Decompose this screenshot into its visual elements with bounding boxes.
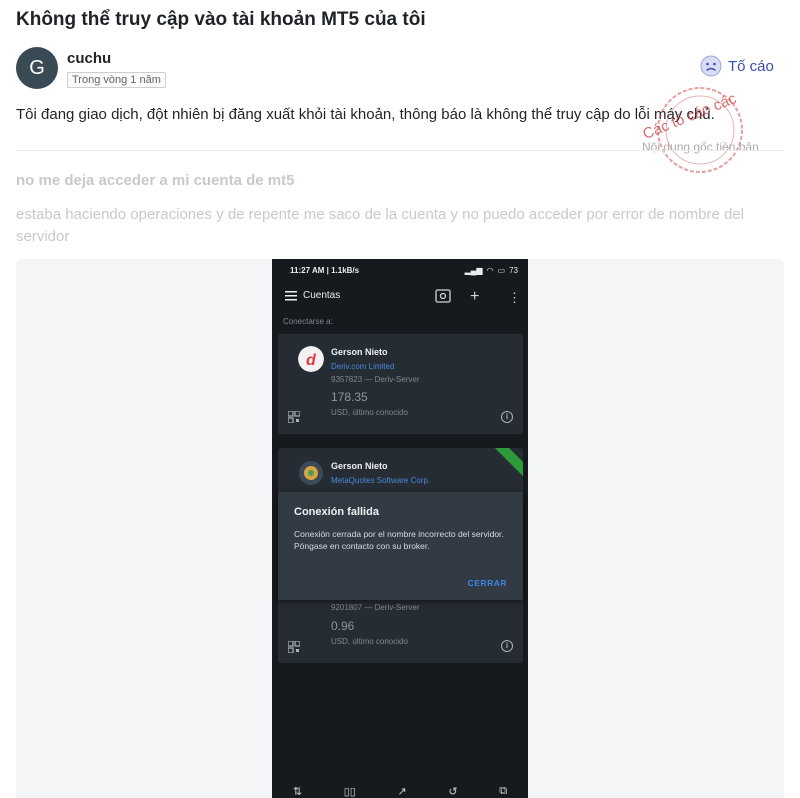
attachment-image[interactable]: 11:27 AM | 1.1kB/s ▂▄▆ ◠ ▭ 73 Cuentas + … [16, 259, 784, 798]
avatar[interactable]: G [16, 47, 58, 89]
account-balance: 178.35 [331, 390, 368, 404]
account-name: Gerson Nieto [331, 461, 388, 471]
qr-code-icon[interactable] [288, 411, 300, 423]
connection-error-dialog: Conexión fallida Conexión cerrada por el… [278, 492, 523, 600]
quotes-icon[interactable]: ⇅ [293, 785, 302, 798]
chart-icon[interactable]: ▯▯ [344, 785, 356, 798]
report-label: Tố cáo [728, 57, 774, 75]
info-icon[interactable]: i [501, 640, 513, 652]
metaquotes-logo-icon [299, 461, 323, 485]
dialog-title: Conexión fallida [294, 506, 379, 518]
post-time-badge: Trong vòng 1 năm [67, 72, 166, 88]
account-name: Gerson Nieto [331, 347, 388, 357]
history-icon[interactable]: ↺ [448, 785, 457, 798]
trade-icon[interactable]: ↗ [398, 785, 407, 798]
wifi-icon: ◠ [486, 266, 494, 275]
status-icons: ▂▄▆ ◠ ▭ 73 [465, 266, 518, 275]
report-button[interactable]: Tố cáo [700, 55, 774, 77]
account-balance: 0.96 [331, 619, 355, 633]
demo-ribbon [488, 448, 523, 484]
battery-level: 73 [509, 266, 518, 275]
translation-body: estaba haciendo operaciones y de repente… [16, 206, 744, 245]
divider [16, 150, 784, 151]
account-server: 9201807 — Deriv-Server [331, 603, 420, 612]
bottom-nav: ⇅ ▯▯ ↗ ↺ ⧉ [272, 779, 528, 798]
post-title: Không thể truy cập vào tài khoản MT5 của… [16, 9, 426, 30]
account-company: Deriv.com Limited [331, 362, 395, 371]
account-company: MetaQuotes Software Corp. [331, 476, 431, 485]
deriv-logo-icon: d [298, 346, 324, 372]
more-options-icon[interactable]: ⋮ [508, 290, 521, 306]
info-icon[interactable]: i [501, 411, 513, 423]
server-settings-icon[interactable] [435, 289, 451, 303]
add-account-icon[interactable]: + [470, 288, 479, 306]
phone-screenshot: 11:27 AM | 1.1kB/s ▂▄▆ ◠ ▭ 73 Cuentas + … [272, 259, 528, 798]
section-label: Conectarse a: [283, 317, 333, 326]
account-currency: USD, último conocido [331, 637, 408, 646]
status-time: 11:27 AM | 1.1kB/s [290, 266, 360, 275]
author-name[interactable]: cuchu [67, 50, 111, 67]
battery-icon: ▭ [497, 266, 506, 275]
svg-text:d: d [306, 352, 317, 369]
app-bar: Cuentas + ⋮ [272, 285, 528, 311]
qr-code-icon[interactable] [288, 641, 300, 653]
sad-face-icon [700, 55, 722, 77]
menu-icon[interactable] [285, 291, 297, 301]
watermark-stamp: Các tố cáo các Nội dung gốc tiền bản [630, 87, 775, 178]
app-title: Cuentas [303, 290, 341, 301]
account-currency: USD, último conocido [331, 408, 408, 417]
dialog-message: Conexión cerrada por el nombre incorrect… [294, 529, 504, 551]
account-card[interactable]: d Gerson Nieto Deriv.com Limited 9357823… [278, 334, 523, 434]
close-button[interactable]: CERRAR [468, 578, 507, 588]
translation-title: no me deja acceder a mi cuenta de mt5 [16, 172, 295, 189]
stamp-text-2: Nội dung gốc tiền bản [642, 140, 759, 154]
avatar-initial: G [29, 56, 45, 79]
account-server: 9357823 — Deriv-Server [331, 375, 420, 384]
signal-icon: ▂▄▆ [464, 266, 483, 275]
messages-icon[interactable]: ⧉ [499, 785, 507, 798]
